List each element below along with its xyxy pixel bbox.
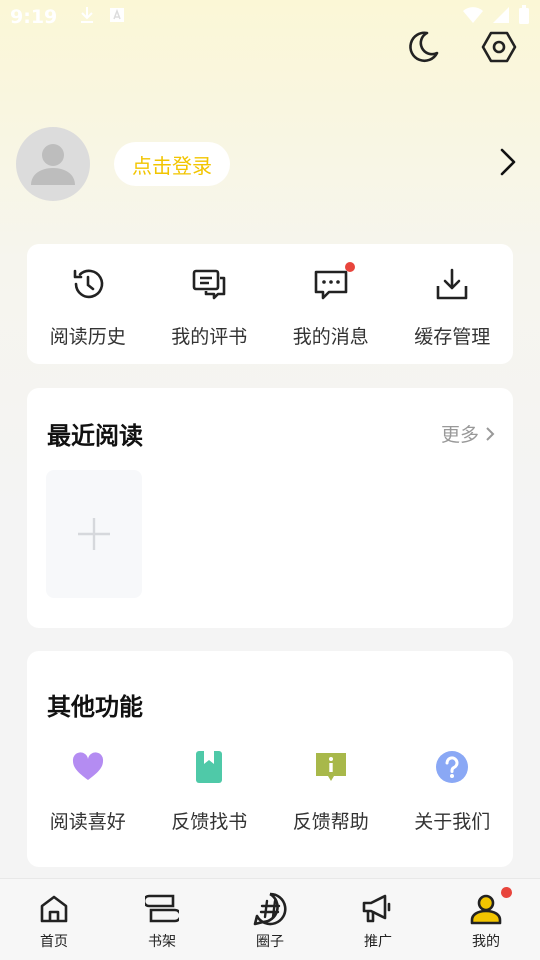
top-actions: [404, 28, 518, 66]
more-link[interactable]: 更多: [441, 420, 495, 447]
gear-icon: [481, 31, 517, 63]
chevron-right-icon[interactable]: [498, 147, 518, 181]
other-functions-title: 其他功能: [47, 693, 143, 721]
heart-icon: [72, 752, 103, 780]
wifi-icon: [462, 6, 484, 28]
tab-circle[interactable]: 圈子: [216, 879, 324, 960]
plus-icon: [78, 518, 110, 550]
tab-label: 我的: [472, 934, 500, 950]
app-status-icon: [109, 7, 125, 27]
recent-reading-card: 最近阅读 更多: [27, 388, 513, 628]
settings-button[interactable]: [480, 28, 518, 66]
megaphone-icon: [362, 894, 391, 923]
quick-action-label: 我的评书: [171, 326, 248, 348]
tab-promotion[interactable]: 推广: [324, 879, 432, 960]
chevron-right-icon: [486, 426, 495, 441]
history-icon: [73, 269, 104, 299]
moon-icon: [409, 31, 439, 63]
recent-reading-title: 最近阅读: [47, 422, 143, 450]
hashtag-icon: [253, 892, 287, 926]
other-item-label: 反馈找书: [171, 811, 248, 833]
more-label: 更多: [440, 424, 479, 446]
about-us-button[interactable]: 关于我们: [392, 747, 514, 834]
battery-icon: [518, 5, 530, 29]
other-item-label: 关于我们: [414, 811, 491, 833]
signal-icon: [492, 6, 510, 28]
message-badge: [344, 262, 355, 272]
feedback-help-button[interactable]: 反馈帮助: [270, 747, 392, 834]
comment-icon: [192, 269, 226, 300]
download-icon: [436, 268, 468, 300]
tab-label: 圈子: [256, 934, 284, 950]
bookmark-book-icon: [196, 751, 223, 783]
cache-management-button[interactable]: 缓存管理: [392, 244, 514, 364]
quick-action-label: 缓存管理: [414, 326, 491, 348]
tab-label: 推广: [364, 934, 392, 950]
mine-badge: [501, 887, 512, 898]
profile-row[interactable]: 点击登录: [16, 126, 526, 202]
feedback-find-book-button[interactable]: 反馈找书: [149, 747, 271, 834]
download-status-icon: [79, 6, 95, 28]
default-avatar-icon: [31, 144, 75, 185]
my-messages-button[interactable]: 我的消息: [270, 244, 392, 364]
reading-preference-button[interactable]: 阅读喜好: [27, 747, 149, 834]
other-item-label: 阅读喜好: [49, 811, 126, 833]
question-icon: [436, 751, 469, 783]
tab-bookshelf[interactable]: 书架: [108, 879, 216, 960]
bookshelf-icon: [145, 894, 179, 923]
info-chat-icon: [315, 753, 346, 781]
user-icon: [470, 894, 502, 925]
message-icon: [314, 270, 348, 300]
home-icon: [40, 895, 68, 923]
my-comments-button[interactable]: 我的评书: [149, 244, 271, 364]
avatar[interactable]: [16, 127, 90, 201]
tab-label: 首页: [40, 934, 68, 950]
other-item-label: 反馈帮助: [292, 811, 369, 833]
bottom-nav: 首页 书架 圈子 推广 我的: [0, 878, 540, 960]
add-book-button[interactable]: [46, 470, 142, 598]
login-button[interactable]: 点击登录: [114, 142, 230, 186]
quick-action-label: 我的消息: [292, 326, 369, 348]
tab-label: 书架: [148, 934, 176, 950]
tab-mine[interactable]: 我的: [432, 879, 540, 960]
other-functions-card: 其他功能 阅读喜好 反馈找书 反馈帮助 关于我们: [27, 651, 513, 867]
status-time: 9:19: [10, 6, 58, 28]
quick-action-label: 阅读历史: [49, 326, 126, 348]
night-mode-button[interactable]: [404, 28, 442, 66]
reading-history-button[interactable]: 阅读历史: [27, 244, 149, 364]
quick-actions-card: 阅读历史 我的评书 我的消息 缓存管理: [27, 244, 513, 364]
tab-home[interactable]: 首页: [0, 879, 108, 960]
